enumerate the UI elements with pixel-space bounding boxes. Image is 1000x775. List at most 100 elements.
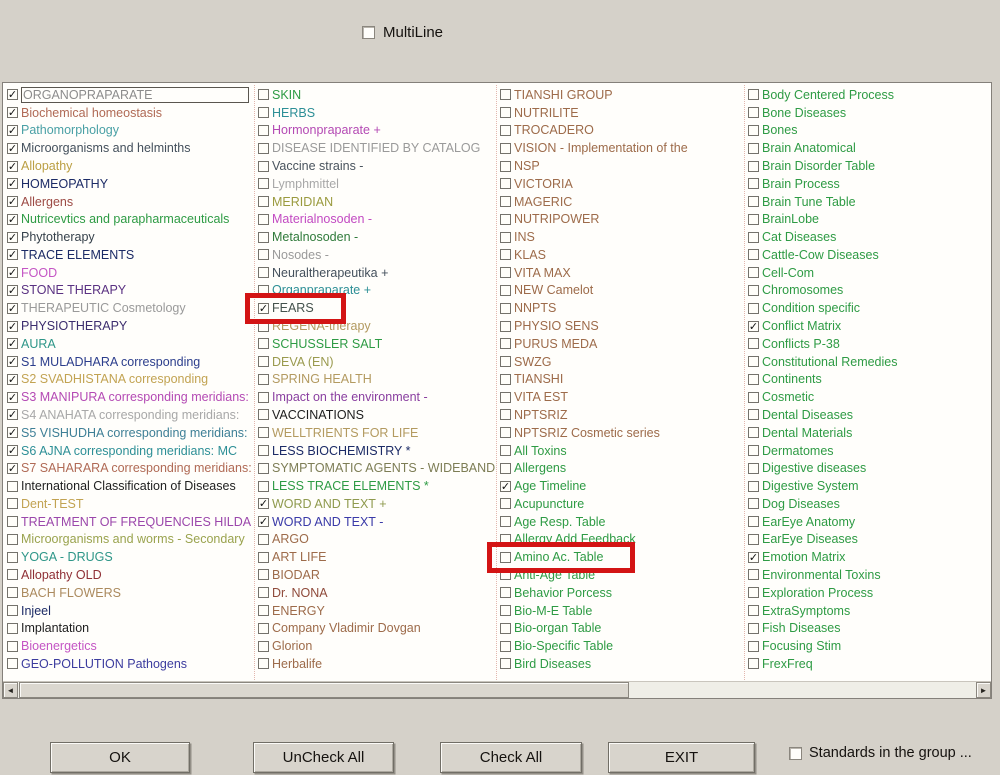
checkbox-checked-icon[interactable]: ✓ (7, 303, 18, 314)
list-item[interactable]: Herbalife (258, 655, 496, 673)
checkbox-unchecked-icon[interactable] (748, 569, 759, 580)
checkbox-unchecked-icon[interactable] (258, 321, 269, 332)
list-item[interactable]: EarEye Anatomy (748, 513, 989, 531)
list-item[interactable]: ✓ORGANOPRAPARATE (7, 86, 254, 104)
multiline-checkbox[interactable] (362, 26, 375, 39)
checkbox-unchecked-icon[interactable] (258, 125, 269, 136)
list-item[interactable]: BACH FLOWERS (7, 584, 254, 602)
checkbox-checked-icon[interactable]: ✓ (748, 321, 759, 332)
checkbox-checked-icon[interactable]: ✓ (500, 481, 511, 492)
checkbox-unchecked-icon[interactable] (748, 356, 759, 367)
checkbox-unchecked-icon[interactable] (258, 623, 269, 634)
checkbox-unchecked-icon[interactable] (748, 427, 759, 438)
checkbox-unchecked-icon[interactable] (748, 481, 759, 492)
list-item[interactable]: Dent-TEST (7, 495, 254, 513)
checkbox-unchecked-icon[interactable] (500, 321, 511, 332)
list-item[interactable]: Focusing Stim (748, 637, 989, 655)
list-item[interactable]: Dental Diseases (748, 406, 989, 424)
checkbox-unchecked-icon[interactable] (500, 89, 511, 100)
checkbox-unchecked-icon[interactable] (748, 587, 759, 598)
multiline-option[interactable]: MultiLine (362, 24, 443, 41)
list-item[interactable]: Metalnosoden - (258, 228, 496, 246)
list-item[interactable]: BIODAR (258, 566, 496, 584)
checkbox-unchecked-icon[interactable] (258, 392, 269, 403)
list-item[interactable]: Bird Diseases (500, 655, 744, 673)
list-item[interactable]: Lymphmittel (258, 175, 496, 193)
list-item[interactable]: Bone Diseases (748, 104, 989, 122)
checkbox-unchecked-icon[interactable] (7, 623, 18, 634)
checkbox-unchecked-icon[interactable] (500, 214, 511, 225)
checkbox-unchecked-icon[interactable] (748, 498, 759, 509)
list-item[interactable]: EarEye Diseases (748, 531, 989, 549)
list-item[interactable]: Allopathy OLD (7, 566, 254, 584)
checkbox-unchecked-icon[interactable] (258, 552, 269, 563)
checkbox-unchecked-icon[interactable] (748, 125, 759, 136)
checkbox-unchecked-icon[interactable] (748, 658, 759, 669)
list-item[interactable]: ✓THERAPEUTIC Cosmetology (7, 299, 254, 317)
checkbox-unchecked-icon[interactable] (748, 214, 759, 225)
list-item[interactable]: ✓Nutricevtics and parapharmaceuticals (7, 210, 254, 228)
checkbox-unchecked-icon[interactable] (748, 516, 759, 527)
checkbox-unchecked-icon[interactable] (258, 249, 269, 260)
checkbox-checked-icon[interactable]: ✓ (7, 356, 18, 367)
checkbox-unchecked-icon[interactable] (748, 161, 759, 172)
checkbox-checked-icon[interactable]: ✓ (7, 427, 18, 438)
list-item[interactable]: Allergens (500, 459, 744, 477)
checkbox-unchecked-icon[interactable] (500, 463, 511, 474)
checkbox-checked-icon[interactable]: ✓ (748, 552, 759, 563)
checkbox-checked-icon[interactable]: ✓ (7, 89, 18, 100)
list-item[interactable]: ✓Phytotherapy (7, 228, 254, 246)
list-item[interactable]: WELLTRIENTS FOR LIFE (258, 424, 496, 442)
list-item[interactable]: TREATMENT OF FREQUENCIES HILDA (7, 513, 254, 531)
list-item[interactable]: Bio-organ Table (500, 619, 744, 637)
list-item[interactable]: ✓S3 MANIPURA corresponding meridians: (7, 388, 254, 406)
checkbox-unchecked-icon[interactable] (7, 587, 18, 598)
checkbox-unchecked-icon[interactable] (258, 178, 269, 189)
list-item[interactable]: HERBS (258, 104, 496, 122)
checkbox-unchecked-icon[interactable] (748, 605, 759, 616)
list-item[interactable]: Age Resp. Table (500, 513, 744, 531)
checkbox-unchecked-icon[interactable] (500, 409, 511, 420)
list-item[interactable]: Cosmetic (748, 388, 989, 406)
list-item[interactable]: ✓PHYSIOTHERAPY (7, 317, 254, 335)
list-item[interactable]: ENERGY (258, 602, 496, 620)
checkbox-unchecked-icon[interactable] (500, 569, 511, 580)
list-item[interactable]: BrainLobe (748, 210, 989, 228)
checkbox-unchecked-icon[interactable] (7, 658, 18, 669)
checkbox-unchecked-icon[interactable] (7, 498, 18, 509)
checkbox-checked-icon[interactable]: ✓ (7, 107, 18, 118)
checkbox-unchecked-icon[interactable] (258, 267, 269, 278)
list-item[interactable]: PURUS MEDA (500, 335, 744, 353)
list-item[interactable]: ✓Biochemical homeostasis (7, 104, 254, 122)
checkbox-unchecked-icon[interactable] (748, 285, 759, 296)
list-item[interactable]: SYMPTOMATIC AGENTS - WIDEBAND (258, 459, 496, 477)
checkbox-unchecked-icon[interactable] (500, 285, 511, 296)
list-item[interactable]: SWZG (500, 353, 744, 371)
list-item[interactable]: Fish Diseases (748, 619, 989, 637)
checkbox-unchecked-icon[interactable] (500, 623, 511, 634)
list-item[interactable]: Dental Materials (748, 424, 989, 442)
list-item[interactable]: KLAS (500, 246, 744, 264)
list-item[interactable]: VITA MAX (500, 264, 744, 282)
checkbox-unchecked-icon[interactable] (748, 463, 759, 474)
checkbox-checked-icon[interactable]: ✓ (7, 214, 18, 225)
list-item[interactable]: ✓WORD AND TEXT + (258, 495, 496, 513)
list-item[interactable]: NEW Camelot (500, 282, 744, 300)
checkbox-checked-icon[interactable]: ✓ (7, 445, 18, 456)
checkbox-checked-icon[interactable]: ✓ (7, 161, 18, 172)
checkbox-checked-icon[interactable]: ✓ (7, 267, 18, 278)
list-item[interactable]: Injeel (7, 602, 254, 620)
list-item[interactable]: Anti-Age Table (500, 566, 744, 584)
list-item[interactable]: ✓Pathomorphology (7, 122, 254, 140)
list-item[interactable]: FrexFreq (748, 655, 989, 673)
checkbox-unchecked-icon[interactable] (748, 89, 759, 100)
checkbox-unchecked-icon[interactable] (748, 623, 759, 634)
checkbox-unchecked-icon[interactable] (500, 392, 511, 403)
checkbox-checked-icon[interactable]: ✓ (7, 249, 18, 260)
checkbox-unchecked-icon[interactable] (500, 125, 511, 136)
list-item[interactable]: Amino Ac. Table (500, 548, 744, 566)
list-item[interactable]: ✓S2 SVADHISTANA corresponding (7, 371, 254, 389)
checkbox-unchecked-icon[interactable] (500, 534, 511, 545)
scroll-left-icon[interactable]: ◄ (3, 682, 18, 698)
checkbox-unchecked-icon[interactable] (748, 303, 759, 314)
